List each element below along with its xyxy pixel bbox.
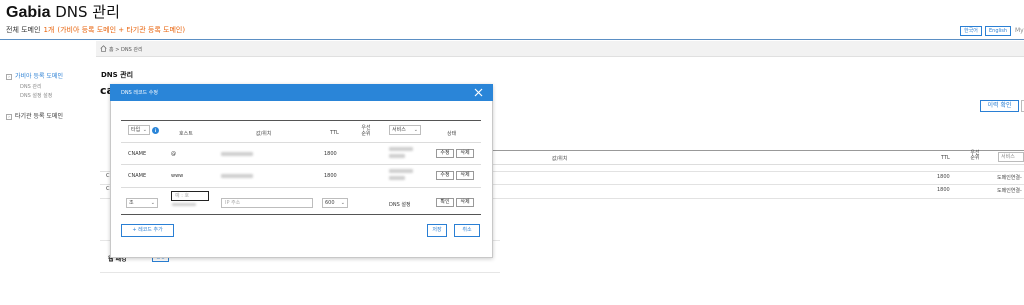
- chevron-down-icon: ⌄: [142, 127, 147, 133]
- host-hint-redacted: [172, 203, 196, 206]
- breadcrumb-separator: >: [115, 47, 120, 53]
- col-priority: 우선 순위: [970, 150, 980, 161]
- record-value-redacted: [221, 152, 253, 156]
- new-record-ttl-select[interactable]: 600 ⌄: [322, 198, 348, 208]
- add-record-button[interactable]: + 레코드 추가: [121, 224, 174, 237]
- page-heading: DNS 관리: [55, 3, 120, 21]
- modal-table-bottom: [121, 214, 481, 215]
- app-title: Gabia DNS 관리: [6, 1, 120, 22]
- breadcrumb-current: DNS 관리: [121, 47, 143, 53]
- col-priority: 우선 순위: [361, 125, 371, 137]
- col-ttl: TTL: [330, 130, 339, 136]
- row-divider: [121, 164, 481, 165]
- new-record-value-input[interactable]: IP 주소: [221, 198, 313, 208]
- col-status: 상태: [447, 131, 457, 137]
- sidebar-subitem-dns-manage[interactable]: DNS 관리: [20, 83, 42, 90]
- table-row-ttl: 1800: [937, 187, 950, 193]
- domain-summary: 전체 도메인 1개 (가비아 등록 도메인 + 타기관 등록 도메인): [6, 25, 185, 35]
- expand-icon: ›: [6, 74, 12, 80]
- close-icon[interactable]: [472, 86, 485, 99]
- new-record-type-select[interactable]: 조 ⌄: [126, 198, 158, 208]
- row-divider: [121, 142, 481, 143]
- row-fragment: C: [106, 186, 110, 192]
- delete-button[interactable]: 삭제: [456, 198, 474, 207]
- sidebar-item-label: 가비아 등록 도메인: [15, 73, 63, 80]
- lang-korean-button[interactable]: 한국어: [960, 26, 982, 36]
- record-service-redacted: [389, 154, 405, 158]
- record-ttl: 1800: [324, 151, 337, 157]
- delete-button[interactable]: 삭제: [456, 149, 474, 158]
- record-service-redacted: [389, 176, 405, 180]
- table-row-service: 도메인연결-: [997, 175, 1022, 181]
- expand-icon: ›: [6, 114, 12, 120]
- history-button[interactable]: 이력 확인: [980, 100, 1019, 112]
- record-service-redacted: [389, 147, 413, 151]
- sidebar-item-label: 타기관 등록 도메인: [15, 113, 63, 120]
- type-filter-select[interactable]: 타입 ⌄: [128, 125, 150, 135]
- sidebar-item-gabia-domains[interactable]: › 가비아 등록 도메인: [6, 71, 63, 80]
- brand-name: Gabia: [6, 4, 51, 21]
- edit-button[interactable]: 수정: [436, 171, 454, 180]
- my-menu-link[interactable]: My: [1015, 27, 1024, 34]
- service-filter-select[interactable]: 서비스 ⌄: [389, 125, 421, 135]
- row-fragment: C: [106, 173, 110, 179]
- col-value: 값/위치: [256, 131, 272, 137]
- service-filter-select[interactable]: 서비스: [998, 152, 1024, 162]
- record-host: @: [171, 151, 176, 157]
- delete-button[interactable]: 삭제: [456, 171, 474, 180]
- chevron-down-icon: ⌄: [340, 200, 345, 206]
- home-icon[interactable]: [100, 45, 107, 52]
- record-value-redacted: [221, 174, 253, 178]
- record-host: www: [171, 173, 184, 179]
- chevron-down-icon: ⌄: [413, 127, 418, 133]
- record-type: CNAME: [128, 151, 147, 157]
- info-icon[interactable]: i: [152, 127, 159, 134]
- modal-header: [110, 84, 493, 101]
- record-service-redacted: [389, 169, 413, 173]
- breadcrumb: 홈 > DNS 관리: [100, 45, 143, 53]
- save-button[interactable]: 저장: [427, 224, 447, 237]
- new-record-status: DNS 설정: [389, 202, 411, 208]
- breadcrumb-home[interactable]: 홈: [109, 47, 114, 53]
- breadcrumb-bar: [96, 41, 1024, 57]
- sidebar-subitem-dns-setting[interactable]: DNS 설정 설정: [20, 92, 52, 99]
- section-divider: [100, 272, 500, 273]
- header-divider: [0, 39, 1024, 40]
- chevron-down-icon: ⌄: [150, 200, 155, 206]
- lang-english-button[interactable]: English: [985, 26, 1012, 36]
- modal-title: DNS 레코드 수정: [121, 90, 158, 96]
- sidebar-item-other-domains[interactable]: › 타기관 등록 도메인: [6, 111, 63, 120]
- col-ttl: TTL: [941, 155, 950, 161]
- table-row-service: 도메인연결-: [997, 188, 1022, 194]
- cancel-button[interactable]: 취소: [454, 224, 480, 237]
- table-row-ttl: 1800: [937, 174, 950, 180]
- modal-table-top: [121, 120, 481, 121]
- edit-button[interactable]: 수정: [436, 149, 454, 158]
- new-record-host-input[interactable]: 예 : 호: [171, 191, 209, 201]
- col-host: 호스트: [179, 131, 193, 137]
- domain-count-note: (가비아 등록 도메인 + 타기관 등록 도메인): [57, 26, 186, 34]
- col-value: 값/위치: [552, 156, 568, 162]
- confirm-button[interactable]: 확인: [436, 198, 454, 207]
- domain-count: 1개: [43, 26, 55, 34]
- record-type: CNAME: [128, 173, 147, 179]
- page-title: DNS 관리: [101, 71, 134, 79]
- row-divider: [121, 187, 481, 188]
- all-domains-label: 전체 도메인: [6, 26, 41, 34]
- record-ttl: 1800: [324, 173, 337, 179]
